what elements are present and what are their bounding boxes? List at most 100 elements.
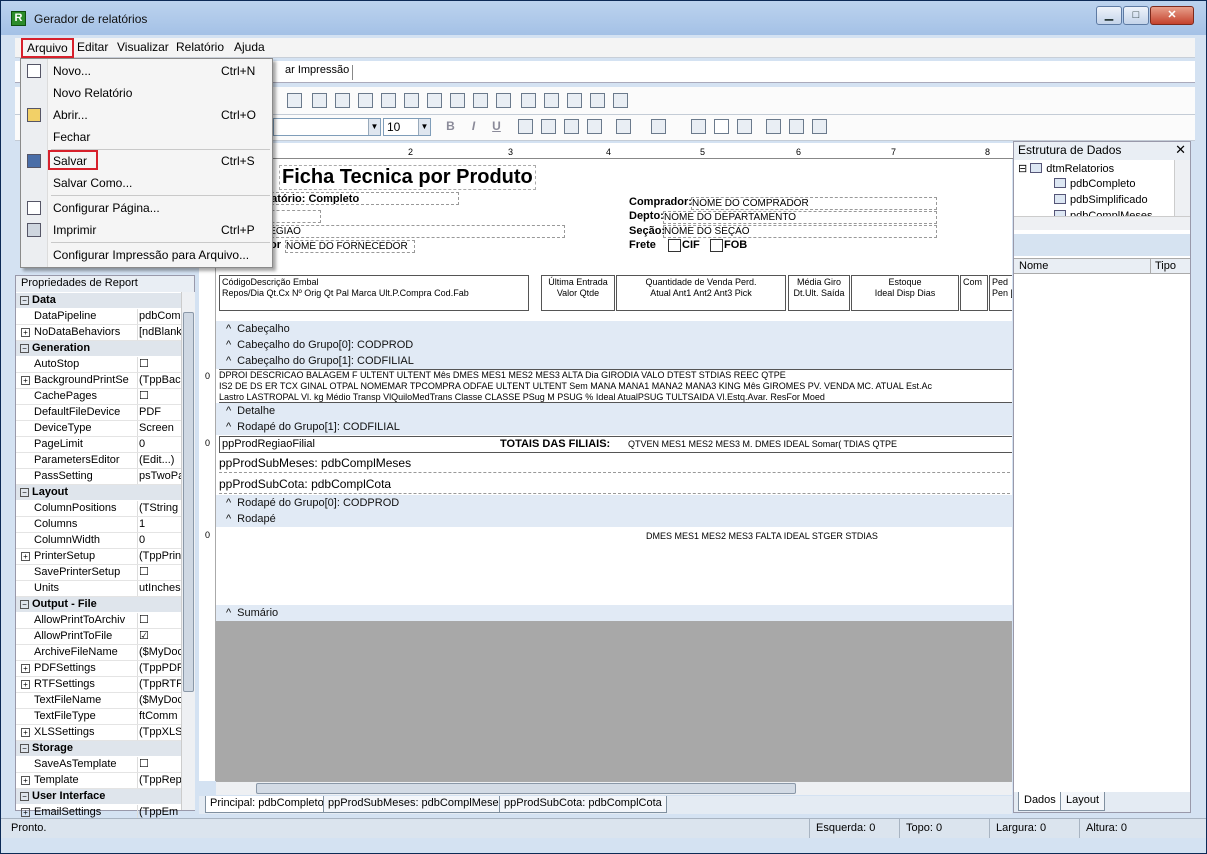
- prop-row[interactable]: TextFileType ftComm: [16, 709, 181, 725]
- tab-layout[interactable]: Layout: [1060, 792, 1106, 811]
- tab-prodsubcota[interactable]: ppProdSubCota: pdbComplCota: [499, 796, 667, 813]
- horizontal-scrollbar[interactable]: [216, 781, 1012, 795]
- close-icon[interactable]: ✕: [1175, 142, 1186, 158]
- prop-value[interactable]: (TppRep: [139, 773, 181, 788]
- menu-relatorio[interactable]: Relatório: [172, 38, 228, 58]
- prop-row[interactable]: DefaultFileDevice PDF: [16, 405, 181, 421]
- justify-icon[interactable]: [587, 119, 602, 134]
- menu-visualizar[interactable]: Visualizar: [113, 38, 173, 58]
- prop-row[interactable]: Units utInches: [16, 581, 181, 597]
- menu-arquivo[interactable]: Arquivo: [21, 38, 74, 58]
- scroll-thumb[interactable]: [256, 783, 796, 794]
- prop-value[interactable]: (TString: [139, 501, 181, 516]
- expand-icon[interactable]: +: [21, 552, 30, 561]
- prop-row[interactable]: AutoStop ☐: [16, 357, 181, 373]
- prop-row[interactable]: + NoDataBehaviors [ndBlank: [16, 325, 181, 341]
- tab-visualizar-impressao[interactable]: ar Impressão: [285, 64, 349, 76]
- prop-value[interactable]: psTwoPa: [139, 469, 181, 484]
- prop-row[interactable]: CachePages ☐: [16, 389, 181, 405]
- prop-value[interactable]: (TppPrin: [139, 549, 181, 564]
- tree-item[interactable]: pdbSimplificado: [1054, 194, 1148, 206]
- prop-row[interactable]: + BackgroundPrintSe (TppBac: [16, 373, 181, 389]
- prop-row[interactable]: + PrinterSetup (TppPrin: [16, 549, 181, 565]
- maximize-button[interactable]: □: [1123, 6, 1149, 25]
- rich-text-icon[interactable]: [358, 93, 373, 108]
- region-icon[interactable]: [521, 93, 536, 108]
- prop-value[interactable]: (Edit...): [139, 453, 181, 468]
- menu-abrir[interactable]: Abrir... Ctrl+O: [21, 104, 272, 126]
- menu-novo[interactable]: Novo... Ctrl+N: [21, 60, 272, 82]
- prop-row[interactable]: Columns 1: [16, 517, 181, 533]
- prop-value[interactable]: ($MyDoc: [139, 693, 181, 708]
- report-title[interactable]: Ficha Tecnica por Produto: [279, 165, 536, 190]
- font-size-select[interactable]: 10 ▼: [383, 118, 431, 136]
- prop-row[interactable]: DeviceType Screen: [16, 421, 181, 437]
- prop-value[interactable]: (TppRTF: [139, 677, 181, 692]
- band-sumario[interactable]: ^ Sumário: [216, 605, 1012, 621]
- expand-icon[interactable]: +: [21, 376, 30, 385]
- prop-value[interactable]: (TppXLS: [139, 725, 181, 740]
- secao-field[interactable]: NOME DO SEÇÃO: [663, 225, 937, 238]
- align-right-icon[interactable]: [564, 119, 579, 134]
- menu-novo-relatorio[interactable]: Novo Relatório: [21, 82, 272, 104]
- collapse-icon[interactable]: −: [20, 296, 29, 305]
- title-bar[interactable]: R Gerador de relatórios ▁ □ ✕: [1, 1, 1206, 35]
- tree-vscrollbar[interactable]: [1174, 160, 1190, 216]
- prop-row[interactable]: PassSetting psTwoPa: [16, 469, 181, 485]
- barcode-icon[interactable]: [590, 93, 605, 108]
- col-header-quantidade-venda[interactable]: Quantidade de Venda Perd. Atual Ant1 Ant2…: [616, 275, 786, 311]
- tree-item[interactable]: pdbCompleto: [1054, 178, 1135, 190]
- fob-checkbox[interactable]: [710, 239, 723, 252]
- prop-value[interactable]: ftComm: [139, 709, 181, 724]
- column-nome[interactable]: Nome: [1019, 259, 1048, 274]
- expand-icon[interactable]: +: [21, 808, 30, 817]
- col-header-ped[interactable]: PedPen [Co: [989, 275, 1012, 311]
- col-header-media-giro[interactable]: Média Giro Dt.Ult. Saída: [788, 275, 850, 311]
- prop-category[interactable]: − User Interface: [16, 789, 181, 805]
- prop-value[interactable]: 0: [139, 437, 181, 452]
- db-calc-icon[interactable]: [473, 93, 488, 108]
- memo-icon[interactable]: [335, 93, 350, 108]
- expand-icon[interactable]: +: [21, 776, 30, 785]
- prop-row[interactable]: ArchiveFileName ($MyDoc: [16, 645, 181, 661]
- col-header-com[interactable]: Com: [960, 275, 988, 311]
- close-button[interactable]: ✕: [1150, 6, 1194, 25]
- subreport-meses[interactable]: ppProdSubMeses: pdbComplMeses: [219, 456, 1012, 473]
- send-back-icon[interactable]: [766, 119, 781, 134]
- menu-imprimir[interactable]: Imprimir Ctrl+P: [21, 219, 272, 241]
- italic-icon[interactable]: I: [466, 119, 481, 134]
- menu-configurar-pagina[interactable]: Configurar Página...: [21, 197, 272, 219]
- highlight-icon[interactable]: [651, 119, 666, 134]
- prop-row[interactable]: PageLimit 0: [16, 437, 181, 453]
- prop-value[interactable]: PDF: [139, 405, 181, 420]
- prop-value[interactable]: ☐: [139, 565, 181, 580]
- prop-value[interactable]: ☐: [139, 389, 181, 404]
- menu-fechar[interactable]: Fechar: [21, 126, 272, 148]
- regiao-field[interactable]: REGIAO: [261, 225, 565, 238]
- prop-category[interactable]: − Generation: [16, 341, 181, 357]
- tree-root[interactable]: ⊟ dtmRelatorios: [1018, 162, 1114, 175]
- prop-value[interactable]: ($MyDoc: [139, 645, 181, 660]
- column-tipo[interactable]: Tipo: [1150, 259, 1176, 274]
- totals-row[interactable]: ppProdRegiaoFilial TOTAIS DAS FILIAIS: Q…: [219, 436, 1012, 453]
- prop-value[interactable]: ☑: [139, 629, 181, 644]
- align-center-icon[interactable]: [541, 119, 556, 134]
- menu-editar[interactable]: Editar: [73, 38, 112, 58]
- prop-row[interactable]: TextFileName ($MyDoc: [16, 693, 181, 709]
- prop-row[interactable]: + XLSSettings (TppXLS: [16, 725, 181, 741]
- prop-row[interactable]: + PDFSettings (TppPDF: [16, 661, 181, 677]
- collapse-icon[interactable]: −: [20, 488, 29, 497]
- prop-row[interactable]: + RTFSettings (TppRTF: [16, 677, 181, 693]
- tree-hscrollbar[interactable]: [1014, 216, 1190, 230]
- prop-row[interactable]: AllowPrintToFile ☑: [16, 629, 181, 645]
- minimize-button[interactable]: ▁: [1096, 6, 1122, 25]
- subreport-cota[interactable]: ppProdSubCota: pdbComplCota: [219, 477, 1012, 494]
- prop-value[interactable]: Screen: [139, 421, 181, 436]
- expand-icon[interactable]: +: [21, 328, 30, 337]
- tab-prodsubmeses[interactable]: ppProdSubMeses: pdbComplMeses: [323, 796, 510, 813]
- bold-icon[interactable]: B: [443, 119, 458, 134]
- expand-icon[interactable]: +: [21, 664, 30, 673]
- prop-value[interactable]: ☐: [139, 613, 181, 628]
- band-detalhe[interactable]: ^ Detalhe: [216, 403, 1012, 419]
- footer-fields[interactable]: DMES MES1 MES2 MES3 FALTA IDEAL STGER ST…: [646, 531, 878, 541]
